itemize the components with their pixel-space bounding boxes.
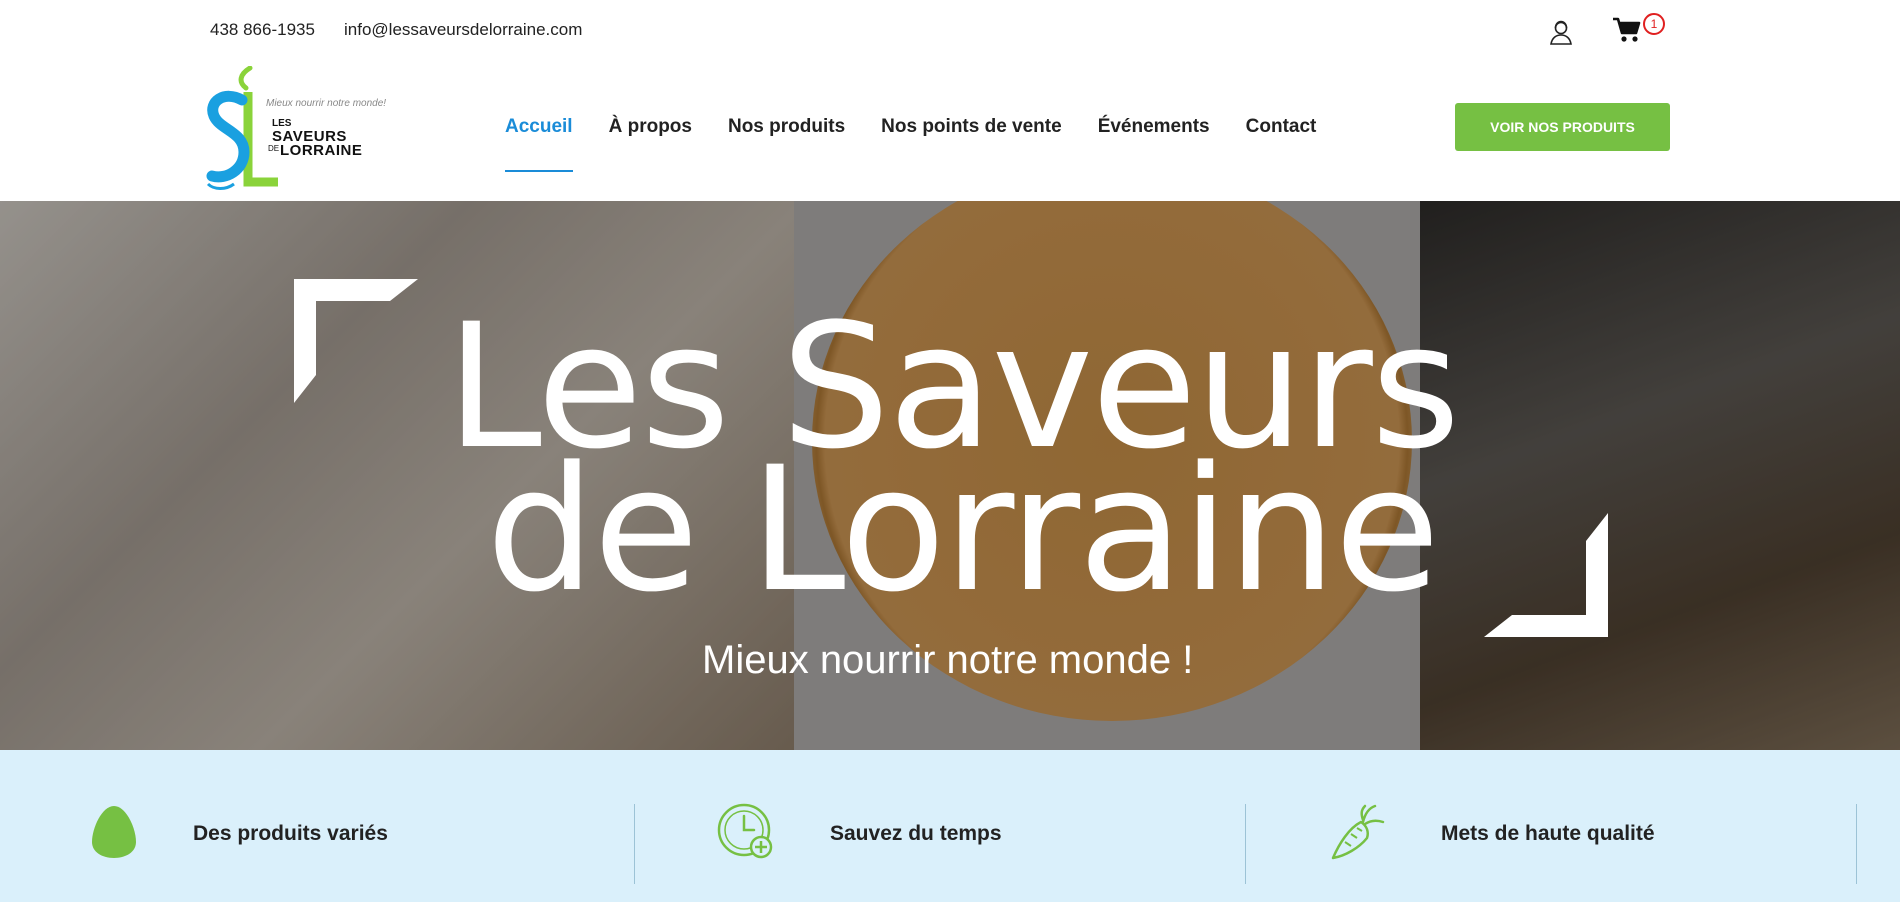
feature-divider [1856,804,1857,884]
top-bar: 438 866-1935 info@lessaveursdelorraine.c… [0,0,1900,58]
clock-plus-icon [717,803,773,859]
feature-divider [634,804,635,884]
hero-banner: Les Saveurs de Lorraine Mieux nourrir no… [0,201,1900,750]
logo-word-lorraine: LORRAINE [280,142,363,159]
nav-item-evenements[interactable]: Événements [1098,116,1210,146]
logo-word-de: DE [268,144,280,153]
feature-item-haute-qualite: Mets de haute qualité [1325,802,1825,862]
features-bar: Des produits variés Sauvez du temps Mets… [0,750,1900,902]
nav-item-contact[interactable]: Contact [1246,116,1317,146]
user-account-icon[interactable] [1547,18,1575,46]
feature-item-sauvez-du-temps: Sauvez du temps [716,802,1216,862]
nav-item-a-propos[interactable]: À propos [609,116,692,146]
shopping-cart-icon[interactable] [1612,16,1642,44]
cart-count-badge: 1 [1643,13,1665,35]
main-nav: Accueil À propos Nos produits Nos points… [505,116,1352,172]
corner-bracket-top-left [294,279,418,403]
nav-item-accueil[interactable]: Accueil [505,116,573,172]
nav-item-points-de-vente[interactable]: Nos points de vente [881,116,1062,146]
hero-title-line2: de Lorraine [486,429,1440,630]
carrot-icon [1331,804,1385,860]
nav-item-nos-produits[interactable]: Nos produits [728,116,845,146]
email-address[interactable]: info@lessaveursdelorraine.com [344,20,582,40]
feature-divider [1245,804,1246,884]
feature-label: Sauvez du temps [830,822,1002,845]
feature-label: Des produits variés [193,822,388,845]
egg-icon [92,806,136,858]
feature-label: Mets de haute qualité [1441,822,1655,845]
site-logo[interactable]: Mieux nourrir notre monde! LES SAVEURS D… [206,65,426,194]
phone-number[interactable]: 438 866-1935 [210,20,315,40]
corner-bracket-bottom-right [1484,513,1608,637]
feature-item-produits-varies: Des produits variés [84,802,584,862]
hero-subtitle: Mieux nourrir notre monde ! [702,638,1194,682]
voir-nos-produits-button[interactable]: VOIR NOS PRODUITS [1455,103,1670,151]
logo-tagline: Mieux nourrir notre monde! [266,98,387,109]
